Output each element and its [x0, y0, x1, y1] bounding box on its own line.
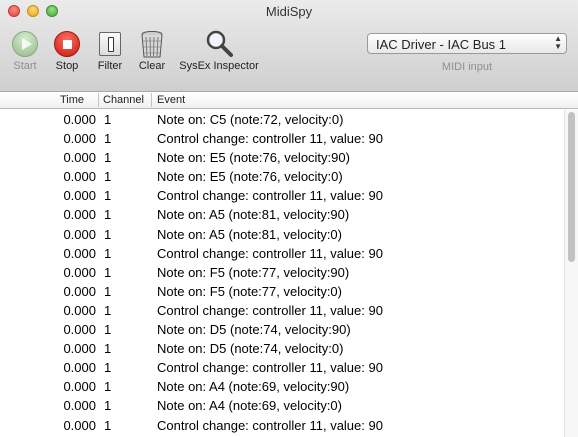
- cell-channel: 1: [104, 226, 112, 242]
- cell-channel: 1: [104, 360, 112, 376]
- cell-event: Control change: controller 11, value: 90: [157, 245, 383, 261]
- table-row[interactable]: 0.000 1 Note on: D5 (note:74, velocity:90): [0, 320, 564, 339]
- table-header: Time Channel Event: [0, 92, 578, 109]
- filter-button[interactable]: Filter: [89, 29, 131, 75]
- cell-channel: 1: [104, 150, 112, 166]
- cell-channel: 1: [104, 417, 112, 433]
- cell-time: 0.000: [63, 283, 96, 299]
- midi-input-value: IAC Driver - IAC Bus 1: [376, 37, 507, 52]
- table-row[interactable]: 0.000 1 Note on: C5 (note:72, velocity:0): [0, 110, 564, 129]
- table-row[interactable]: 0.000 1 Note on: A5 (note:81, velocity:90): [0, 205, 564, 224]
- cell-event: Note on: A5 (note:81, velocity:0): [157, 226, 342, 242]
- play-icon: [12, 31, 38, 57]
- magnifier-icon: [206, 30, 233, 57]
- cell-event: Note on: D5 (note:74, velocity:0): [157, 341, 344, 357]
- sysex-inspector-label: SysEx Inspector: [179, 60, 259, 72]
- window-title: MidiSpy: [265, 4, 313, 19]
- midispy-window: MidiSpy Start Stop Filter Clear SysEx In…: [0, 0, 578, 437]
- cell-time: 0.000: [63, 398, 96, 414]
- column-header-time[interactable]: Time: [60, 94, 84, 106]
- column-header-event[interactable]: Event: [157, 94, 185, 106]
- sysex-inspector-button[interactable]: SysEx Inspector: [175, 29, 263, 75]
- midi-input-select[interactable]: IAC Driver - IAC Bus 1 ▲ ▼: [367, 33, 567, 54]
- cell-event: Control change: controller 11, value: 90: [157, 302, 383, 318]
- cell-event: Note on: F5 (note:77, velocity:0): [157, 283, 342, 299]
- cell-event: Note on: A5 (note:81, velocity:90): [157, 207, 350, 223]
- table-row[interactable]: 0.000 1 Note on: E5 (note:76, velocity:90): [0, 148, 564, 167]
- cell-event: Note on: A4 (note:69, velocity:0): [157, 398, 342, 414]
- stop-label: Stop: [55, 60, 79, 72]
- trash-icon: [141, 31, 163, 58]
- table-row[interactable]: 0.000 1 Note on: A5 (note:81, velocity:0): [0, 225, 564, 244]
- cell-channel: 1: [104, 302, 112, 318]
- scrollbar-thumb[interactable]: [568, 112, 575, 262]
- stop-button[interactable]: Stop: [46, 29, 88, 75]
- column-header-channel[interactable]: Channel: [103, 94, 144, 106]
- table-row[interactable]: 0.000 1 Note on: E5 (note:76, velocity:0): [0, 167, 564, 186]
- vertical-scrollbar[interactable]: [564, 110, 578, 437]
- cell-event: Note on: C5 (note:72, velocity:0): [157, 112, 344, 127]
- table-row[interactable]: 0.000 1 Control change: controller 11, val…: [0, 186, 564, 205]
- start-button[interactable]: Start: [4, 29, 46, 75]
- filter-label: Filter: [97, 60, 123, 72]
- cell-time: 0.000: [63, 379, 96, 395]
- table-row[interactable]: 0.000 1 Note on: F5 (note:77, velocity:0): [0, 282, 564, 301]
- cell-time: 0.000: [63, 417, 96, 433]
- cell-channel: 1: [104, 341, 112, 357]
- table-row[interactable]: 0.000 1 Note on: A4 (note:69, velocity:0): [0, 396, 564, 415]
- cell-channel: 1: [104, 322, 112, 338]
- table-row[interactable]: 0.000 1 Control change: controller 11, val…: [0, 129, 564, 148]
- clear-button[interactable]: Clear: [131, 29, 173, 75]
- cell-time: 0.000: [63, 226, 96, 242]
- cell-time: 0.000: [63, 169, 96, 185]
- cell-channel: 1: [104, 131, 112, 147]
- column-separator[interactable]: [98, 93, 99, 107]
- column-separator[interactable]: [151, 93, 152, 107]
- event-list[interactable]: 0.000 1 Note on: C5 (note:72, velocity:0) 0…: [0, 110, 564, 437]
- cell-channel: 1: [104, 169, 112, 185]
- table-row[interactable]: 0.000 1 Control change: controller 11, val…: [0, 358, 564, 377]
- cell-channel: 1: [104, 264, 112, 280]
- table-row[interactable]: 0.000 1 Note on: A4 (note:69, velocity:90): [0, 377, 564, 396]
- cell-event: Note on: D5 (note:74, velocity:90): [157, 322, 351, 338]
- cell-channel: 1: [104, 379, 112, 395]
- title-toolbar-area: MidiSpy Start Stop Filter Clear SysEx In…: [0, 0, 578, 92]
- table-row[interactable]: 0.000 1 Note on: F5 (note:77, velocity:90): [0, 263, 564, 282]
- clear-label: Clear: [138, 60, 166, 72]
- cell-channel: 1: [104, 283, 112, 299]
- cell-channel: 1: [104, 245, 112, 261]
- cell-event: Note on: E5 (note:76, velocity:90): [157, 150, 350, 166]
- cell-time: 0.000: [63, 188, 96, 204]
- cell-event: Note on: F5 (note:77, velocity:90): [157, 264, 350, 280]
- start-label: Start: [13, 60, 37, 72]
- cell-event: Note on: E5 (note:76, velocity:0): [157, 169, 343, 185]
- table-row[interactable]: 0.000 1 Control change: controller 11, val…: [0, 416, 564, 435]
- cell-event: Control change: controller 11, value: 90: [157, 131, 383, 147]
- midi-input-caption: MIDI input: [441, 61, 493, 73]
- cell-time: 0.000: [63, 131, 96, 147]
- table-row[interactable]: 0.000 1 Note on: D5 (note:74, velocity:0): [0, 339, 564, 358]
- cell-channel: 1: [104, 112, 112, 127]
- updown-arrows-icon: ▲ ▼: [554, 34, 562, 51]
- cell-time: 0.000: [63, 264, 96, 280]
- cell-time: 0.000: [63, 302, 96, 318]
- table-row[interactable]: 0.000 1 Control change: controller 11, val…: [0, 244, 564, 263]
- cell-time: 0.000: [63, 322, 96, 338]
- cell-time: 0.000: [63, 207, 96, 223]
- cell-time: 0.000: [63, 341, 96, 357]
- cell-event: Note on: A4 (note:69, velocity:90): [157, 379, 350, 395]
- cell-channel: 1: [104, 207, 112, 223]
- cell-time: 0.000: [63, 245, 96, 261]
- cell-channel: 1: [104, 398, 112, 414]
- table-row[interactable]: 0.000 1 Control change: controller 11, val…: [0, 301, 564, 320]
- cell-event: Control change: controller 11, value: 90: [157, 360, 383, 376]
- cell-time: 0.000: [63, 150, 96, 166]
- cell-event: Control change: controller 11, value: 90: [157, 188, 383, 204]
- cell-channel: 1: [104, 188, 112, 204]
- cell-time: 0.000: [63, 112, 96, 127]
- cell-time: 0.000: [63, 360, 96, 376]
- filter-switch-icon: [99, 32, 121, 56]
- cell-event: Control change: controller 11, value: 90: [157, 417, 383, 433]
- stop-icon: [54, 31, 80, 57]
